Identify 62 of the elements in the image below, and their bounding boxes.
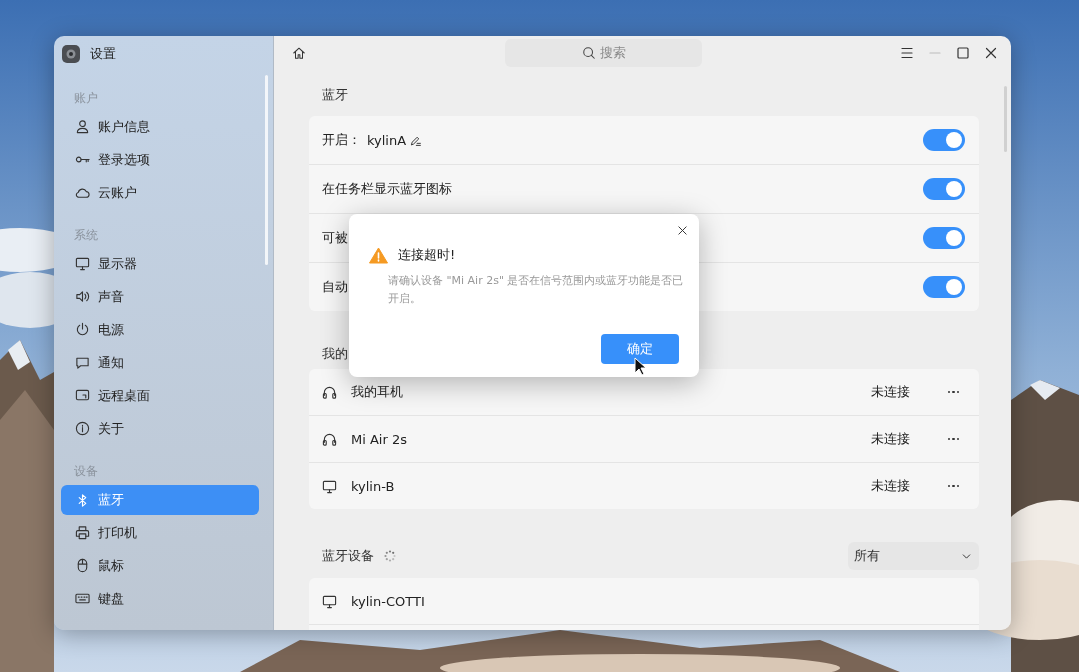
device-name: kylin-B xyxy=(351,478,395,494)
headphones-icon xyxy=(322,431,337,447)
status-text: 未连接 xyxy=(870,477,910,495)
search-icon xyxy=(581,46,596,60)
filter-dropdown[interactable]: 所有 xyxy=(848,542,979,570)
toggle-switch[interactable] xyxy=(923,227,965,249)
status-text: 未连接 xyxy=(870,383,910,401)
sidebar-item[interactable]: 声音 xyxy=(61,280,259,313)
setting-label: 开启： xyxy=(322,131,361,149)
sidebar-item[interactable]: 鼠标 xyxy=(61,549,259,582)
sidebar-item[interactable]: 远程桌面 xyxy=(61,379,259,412)
speech-bubble-icon xyxy=(75,355,90,370)
sidebar-item[interactable]: 云账户 xyxy=(61,176,259,209)
setting-label: 可被 xyxy=(322,229,348,247)
section-title: 蓝牙设备 xyxy=(322,547,374,565)
toggle-switch[interactable] xyxy=(923,129,965,151)
group-title: 设备 xyxy=(73,463,99,480)
section-title: 蓝牙 xyxy=(322,86,348,104)
device-name-text: kylinA xyxy=(367,132,407,148)
screen-icon xyxy=(75,388,90,403)
spinner-icon xyxy=(384,550,396,562)
section-title: 我的 xyxy=(322,345,348,363)
sidebar-item[interactable]: 显示器 xyxy=(61,247,259,280)
setting-label: 在任务栏显示蓝牙图标 xyxy=(322,180,452,198)
setting-label: 自动 xyxy=(322,278,348,296)
sidebar-item[interactable]: 账户信息 xyxy=(61,110,259,143)
status-text: 未连接 xyxy=(870,430,910,448)
close-icon[interactable] xyxy=(983,45,999,61)
dialog-title: 连接超时! xyxy=(398,246,456,264)
sidebar-item[interactable]: 键盘 xyxy=(61,582,259,615)
cloud-icon xyxy=(75,185,90,200)
speaker-icon xyxy=(75,289,90,304)
sidebar-item[interactable]: 打印机 xyxy=(61,516,259,549)
home-icon[interactable] xyxy=(292,46,306,60)
group-title: 系统 xyxy=(73,227,99,244)
sidebar-item[interactable]: 通知 xyxy=(61,346,259,379)
menu-icon[interactable] xyxy=(899,45,915,61)
sidebar-item[interactable]: 电源 xyxy=(61,313,259,346)
close-icon[interactable] xyxy=(676,224,689,237)
mouse-icon xyxy=(75,558,90,573)
printer-icon xyxy=(75,525,90,540)
dialog-message: 请确认设备 "Mi Air 2s" 是否在信号范围内或蓝牙功能是否已开启。 xyxy=(388,273,685,307)
monitor-icon xyxy=(322,593,337,609)
maximize-icon[interactable] xyxy=(955,45,971,61)
window-title: 设置 xyxy=(90,45,116,63)
power-icon xyxy=(75,322,90,337)
device-name: kylin-COTTI xyxy=(351,593,425,609)
sidebar-item[interactable]: 关于 xyxy=(61,412,259,445)
monitor-icon xyxy=(322,478,337,494)
toggle-switch[interactable] xyxy=(923,178,965,200)
sidebar-item[interactable]: 登录选项 xyxy=(61,143,259,176)
keyboard-icon xyxy=(75,591,90,606)
person-icon xyxy=(75,119,90,134)
device-name: 我的耳机 xyxy=(351,383,403,401)
monitor-icon xyxy=(75,256,90,271)
toggle-switch[interactable] xyxy=(923,276,965,298)
info-icon xyxy=(75,421,90,436)
device-name: Mi Air 2s xyxy=(351,431,407,447)
warning-icon xyxy=(369,246,388,264)
headphones-icon xyxy=(322,384,337,400)
app-icon xyxy=(62,45,80,63)
group-title: 账户 xyxy=(73,90,99,107)
